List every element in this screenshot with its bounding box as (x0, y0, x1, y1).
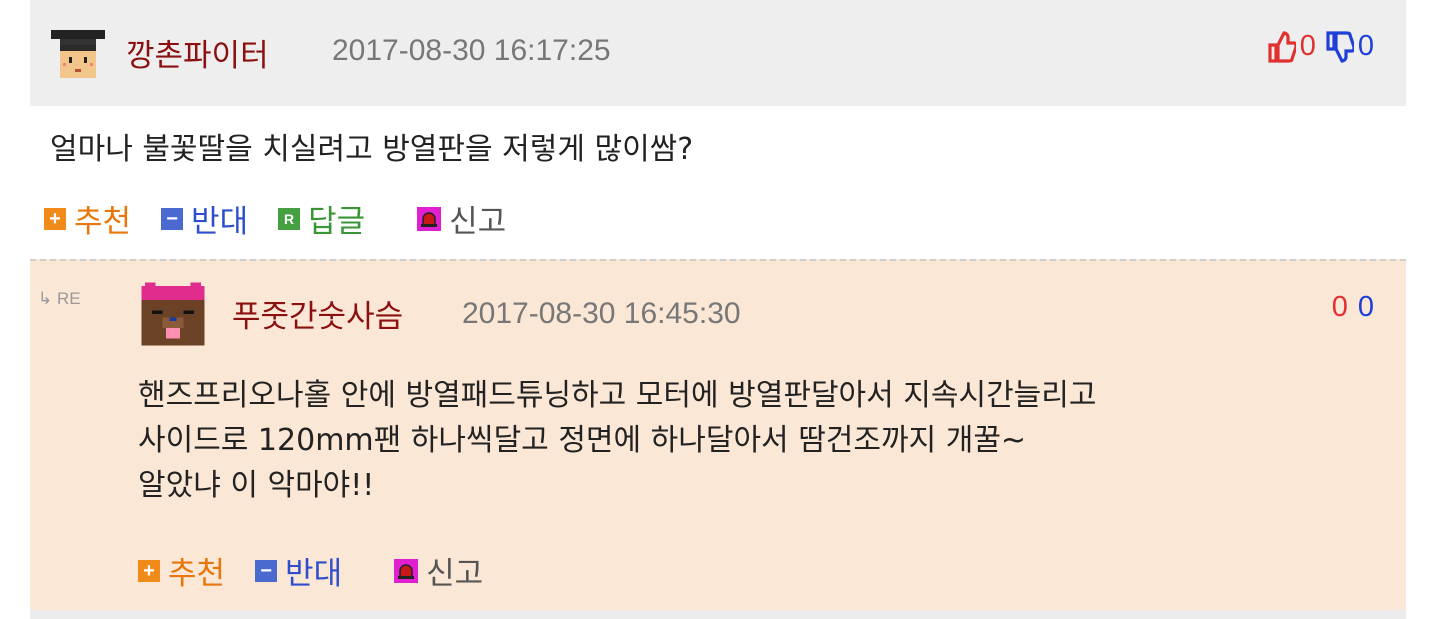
oppose-label: 반대 (285, 556, 343, 592)
minus-icon: − (161, 207, 184, 230)
recommend-label: 추천 (168, 556, 226, 592)
reply-label: 답글 (308, 204, 366, 240)
dislike-count: 0 (1357, 291, 1374, 323)
siren-icon (394, 558, 419, 583)
siren-icon (417, 206, 442, 231)
recommend-button[interactable]: + 추천 (44, 196, 131, 241)
reply-icon: R (278, 207, 301, 230)
author-name[interactable]: 푸줏간숫사슴 (232, 291, 403, 336)
oppose-label: 반대 (191, 204, 249, 240)
graduate-avatar-icon[interactable] (48, 24, 108, 84)
reply-body-line: 사이드로 120mm팬 하나씩달고 정면에 하나달아서 땀건조까지 개꿀~ (138, 423, 1027, 458)
thumbs-up-icon[interactable] (1268, 30, 1296, 63)
vote-counts: 0 0 (1332, 291, 1374, 324)
plus-icon: + (44, 207, 66, 230)
comment-body: 얼마나 불꽃딸을 치실려고 방열판을 저렇게 많이쌈? (50, 132, 694, 167)
bear-avatar-icon[interactable] (138, 279, 208, 349)
minus-icon: − (255, 559, 278, 582)
author-name[interactable]: 깡촌파이터 (126, 30, 269, 75)
report-label: 신고 (426, 556, 484, 592)
like-count: 0 (1331, 291, 1348, 323)
comment-date: 2017-08-30 16:17:25 (332, 34, 611, 67)
vote-counts: 0 0 (1268, 30, 1374, 63)
like-count: 0 (1299, 30, 1316, 62)
reply-date: 2017-08-30 16:45:30 (462, 297, 741, 330)
reply-body-line: 알았냐 이 악마야!! (138, 468, 375, 503)
report-button[interactable]: 신고 (394, 548, 483, 593)
report-button[interactable]: 신고 (417, 196, 506, 241)
re-arrow-icon: ↳ RE (38, 289, 81, 308)
comment-header: 깡촌파이터 2017-08-30 16:17:25 0 0 (30, 0, 1406, 106)
thumbs-down-icon[interactable] (1326, 30, 1354, 63)
divider (30, 610, 1406, 619)
dislike-count: 0 (1357, 30, 1374, 62)
plus-icon: + (138, 559, 160, 582)
recommend-label: 추천 (74, 204, 132, 240)
reply-body: 핸즈프리오나홀 안에 방열패드튜닝하고 모터에 방열판달아서 지속시간늘리고 사… (138, 373, 1096, 508)
oppose-button[interactable]: − 반대 (161, 196, 248, 241)
comment-actions: + 추천 − 반대 R 답글 신고 (44, 196, 536, 241)
reply-body-line: 핸즈프리오나홀 안에 방열패드튜닝하고 모터에 방열판달아서 지속시간늘리고 (138, 378, 1097, 413)
comment-thread: 깡촌파이터 2017-08-30 16:17:25 0 0 얼마나 불꽃딸을 치… (0, 0, 1440, 619)
re-label: RE (56, 289, 81, 308)
reply-actions: + 추천 − 반대 신고 (138, 548, 513, 593)
recommend-button[interactable]: + 추천 (138, 548, 225, 593)
reply-button[interactable]: R 답글 (278, 196, 365, 241)
oppose-button[interactable]: − 반대 (255, 548, 342, 593)
report-label: 신고 (449, 204, 507, 240)
